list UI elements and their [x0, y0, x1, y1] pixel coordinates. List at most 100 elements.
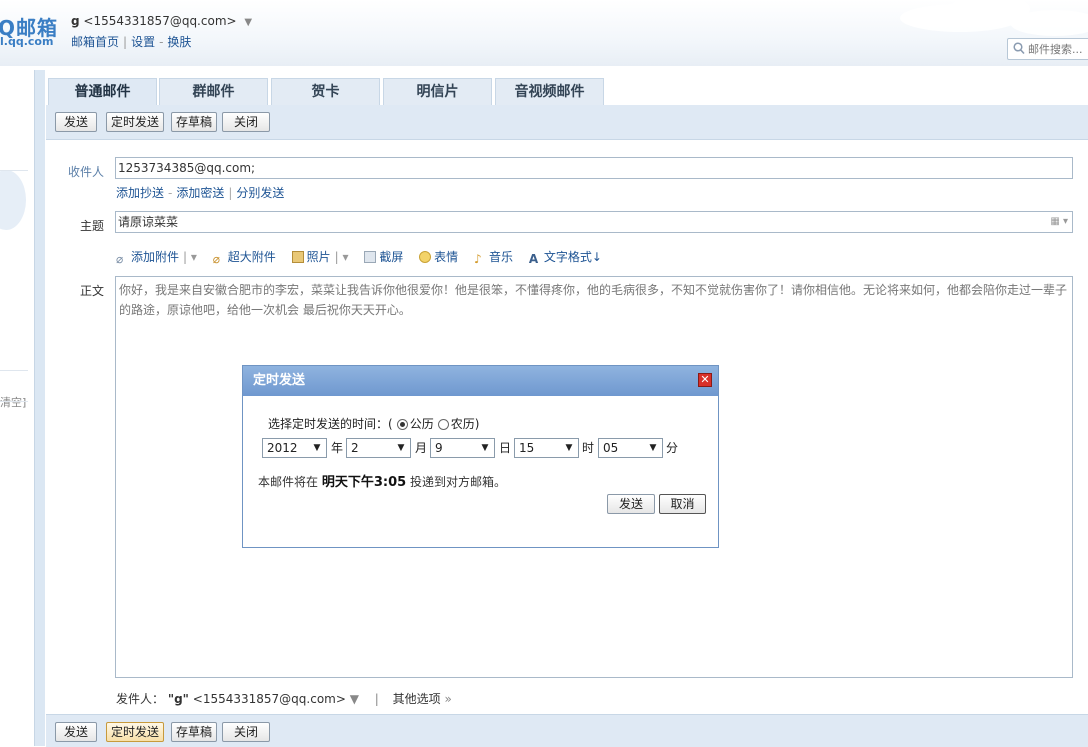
- send-button-bottom[interactable]: 发送: [55, 722, 97, 742]
- month-select[interactable]: 2 ▼: [346, 438, 411, 458]
- top-toolbar: 发送 定时发送 存草稿 关闭: [46, 105, 1088, 140]
- recipient-options: 添加抄送 - 添加密送 | 分别发送: [116, 184, 284, 201]
- top-header: Q邮箱 l.qq.com g <1554331857@qq.com> ▼ 邮箱首…: [0, 0, 1088, 66]
- calendar-choice-row: 选择定时发送的时间：(公历 农历): [268, 415, 479, 432]
- tab-greeting-card[interactable]: 贺卡: [271, 78, 380, 105]
- solar-calendar-radio[interactable]: [396, 419, 408, 430]
- hour-value: 15: [519, 441, 535, 455]
- photo-button[interactable]: 照片 | ▾: [291, 248, 349, 265]
- scheduled-send-button-bottom[interactable]: 定时发送: [106, 722, 164, 742]
- tab-postcard[interactable]: 明信片: [383, 78, 492, 105]
- large-attachment-button[interactable]: ⌀ 超大附件: [212, 248, 276, 266]
- skin-link[interactable]: 换肤: [167, 35, 191, 49]
- sidebar-divider: [0, 401, 28, 402]
- tab-video-mail[interactable]: 音视频邮件: [495, 78, 604, 105]
- dialog-cancel-button[interactable]: 取消: [659, 494, 706, 514]
- attachment-toolbar: ⌀ 添加附件 | ▾ ⌀ 超大附件 照片 | ▾ 截屏 表情 ♪ 音乐 A 文字格式↓: [116, 248, 614, 266]
- logo-domain: l.qq.com: [0, 35, 54, 48]
- sidebar-decoration: [0, 170, 26, 230]
- minute-select[interactable]: 05 ▼: [598, 438, 663, 458]
- chevron-down-icon: ▼: [397, 443, 405, 453]
- hour-select[interactable]: 15 ▼: [514, 438, 579, 458]
- screenshot-icon: [364, 251, 377, 263]
- sender-email[interactable]: <1554331857@qq.com>: [193, 692, 346, 706]
- smiley-icon: [419, 251, 432, 263]
- music-note-icon: ♪: [474, 252, 482, 266]
- time-prompt: 选择定时发送的时间：(: [268, 417, 393, 431]
- user-name: g: [71, 14, 80, 28]
- chevron-down-icon[interactable]: | ▾: [335, 250, 349, 264]
- emoticon-button[interactable]: 表情: [419, 248, 458, 265]
- link-separator: -: [168, 186, 173, 200]
- hour-unit: 时: [582, 441, 595, 455]
- minute-unit: 分: [666, 441, 679, 455]
- emoticon-label: 表情: [434, 250, 459, 264]
- screenshot-label: 截屏: [379, 250, 404, 264]
- year-value: 2012: [267, 441, 298, 455]
- close-button[interactable]: 关闭: [222, 112, 270, 132]
- text-format-icon: A: [528, 252, 539, 266]
- close-icon[interactable]: ✕: [698, 373, 712, 387]
- lunar-calendar-radio[interactable]: [437, 419, 449, 430]
- save-draft-button[interactable]: 存草稿: [171, 112, 217, 132]
- scheduled-send-button[interactable]: 定时发送: [106, 112, 164, 132]
- music-button[interactable]: ♪ 音乐: [474, 248, 514, 266]
- chevron-down-icon[interactable]: | ▾: [183, 250, 197, 264]
- subject-value: 请原谅菜菜: [118, 215, 179, 229]
- recipient-field[interactable]: 1253734385@qq.com;: [115, 157, 1073, 179]
- add-bcc-link[interactable]: 添加密送: [176, 186, 224, 200]
- delivery-time: 明天下午3:05: [321, 475, 407, 490]
- separate-send-link[interactable]: 分别发送: [236, 186, 284, 200]
- sidebar-splitter[interactable]: [35, 70, 45, 746]
- bottom-toolbar: 发送 定时发送 存草稿 关闭: [46, 714, 1088, 747]
- chevron-down-icon: ▼: [481, 443, 489, 453]
- info-suffix: 投递到对方邮箱。: [410, 475, 507, 489]
- screenshot-button[interactable]: 截屏: [364, 248, 403, 265]
- year-unit: 年: [331, 441, 344, 455]
- add-cc-link[interactable]: 添加抄送: [116, 186, 164, 200]
- other-options-link[interactable]: 其他选项: [393, 692, 441, 706]
- chevron-down-icon: ▼: [649, 443, 657, 453]
- info-prefix: 本邮件将在: [258, 475, 319, 489]
- music-label: 音乐: [489, 250, 514, 264]
- send-button[interactable]: 发送: [55, 112, 97, 132]
- account-dropdown-icon[interactable]: ▼: [244, 17, 252, 28]
- top-links: 邮箱首页 | 设置 - 换肤: [71, 33, 191, 50]
- dialog-send-button[interactable]: 发送: [607, 494, 655, 514]
- mail-search-box[interactable]: [1007, 38, 1088, 60]
- user-account[interactable]: g <1554331857@qq.com> ▼: [71, 14, 252, 28]
- tab-group-mail[interactable]: 群邮件: [159, 78, 268, 105]
- mailbox-home-link[interactable]: 邮箱首页: [71, 35, 119, 49]
- dialog-title[interactable]: 定时发送: [243, 366, 718, 396]
- body-label: 正文: [80, 284, 105, 298]
- year-select[interactable]: 2012 ▼: [262, 438, 327, 458]
- link-separator: |: [228, 186, 233, 200]
- user-email: <1554331857@qq.com>: [83, 14, 237, 28]
- search-icon: [1013, 42, 1025, 55]
- add-attachment-button[interactable]: ⌀ 添加附件 | ▾: [116, 248, 197, 266]
- text-format-button[interactable]: A 文字格式↓: [528, 248, 602, 266]
- save-draft-button-bottom[interactable]: 存草稿: [171, 722, 217, 742]
- text-format-label: 文字格式↓: [543, 250, 602, 264]
- sidebar-divider: [0, 370, 28, 371]
- double-chevron-down-icon[interactable]: »: [445, 692, 452, 706]
- subject-style-icon[interactable]: ▦ ▾: [1050, 212, 1068, 232]
- tab-normal-mail[interactable]: 普通邮件: [48, 78, 157, 105]
- add-attachment-label: 添加附件: [131, 250, 180, 264]
- search-input[interactable]: [1028, 40, 1088, 58]
- sidebar-clear-link[interactable]: 清空]: [0, 394, 26, 410]
- sidebar-divider: [0, 170, 28, 171]
- chevron-down-icon: ▼: [313, 443, 321, 453]
- close-button-bottom[interactable]: 关闭: [222, 722, 270, 742]
- sender-label: 发件人：: [116, 692, 165, 706]
- settings-link[interactable]: 设置: [131, 35, 155, 49]
- photo-icon: [291, 251, 304, 263]
- day-select[interactable]: 9 ▼: [430, 438, 495, 458]
- separator: |: [374, 692, 379, 706]
- solar-calendar-label: 公历: [409, 417, 434, 431]
- sender-dropdown-icon[interactable]: ▼: [350, 692, 359, 706]
- large-attachment-icon: ⌀: [212, 252, 220, 266]
- subject-field[interactable]: 请原谅菜菜 ▦ ▾: [115, 211, 1073, 233]
- minute-value: 05: [603, 441, 619, 455]
- chevron-down-icon: ▼: [565, 443, 573, 453]
